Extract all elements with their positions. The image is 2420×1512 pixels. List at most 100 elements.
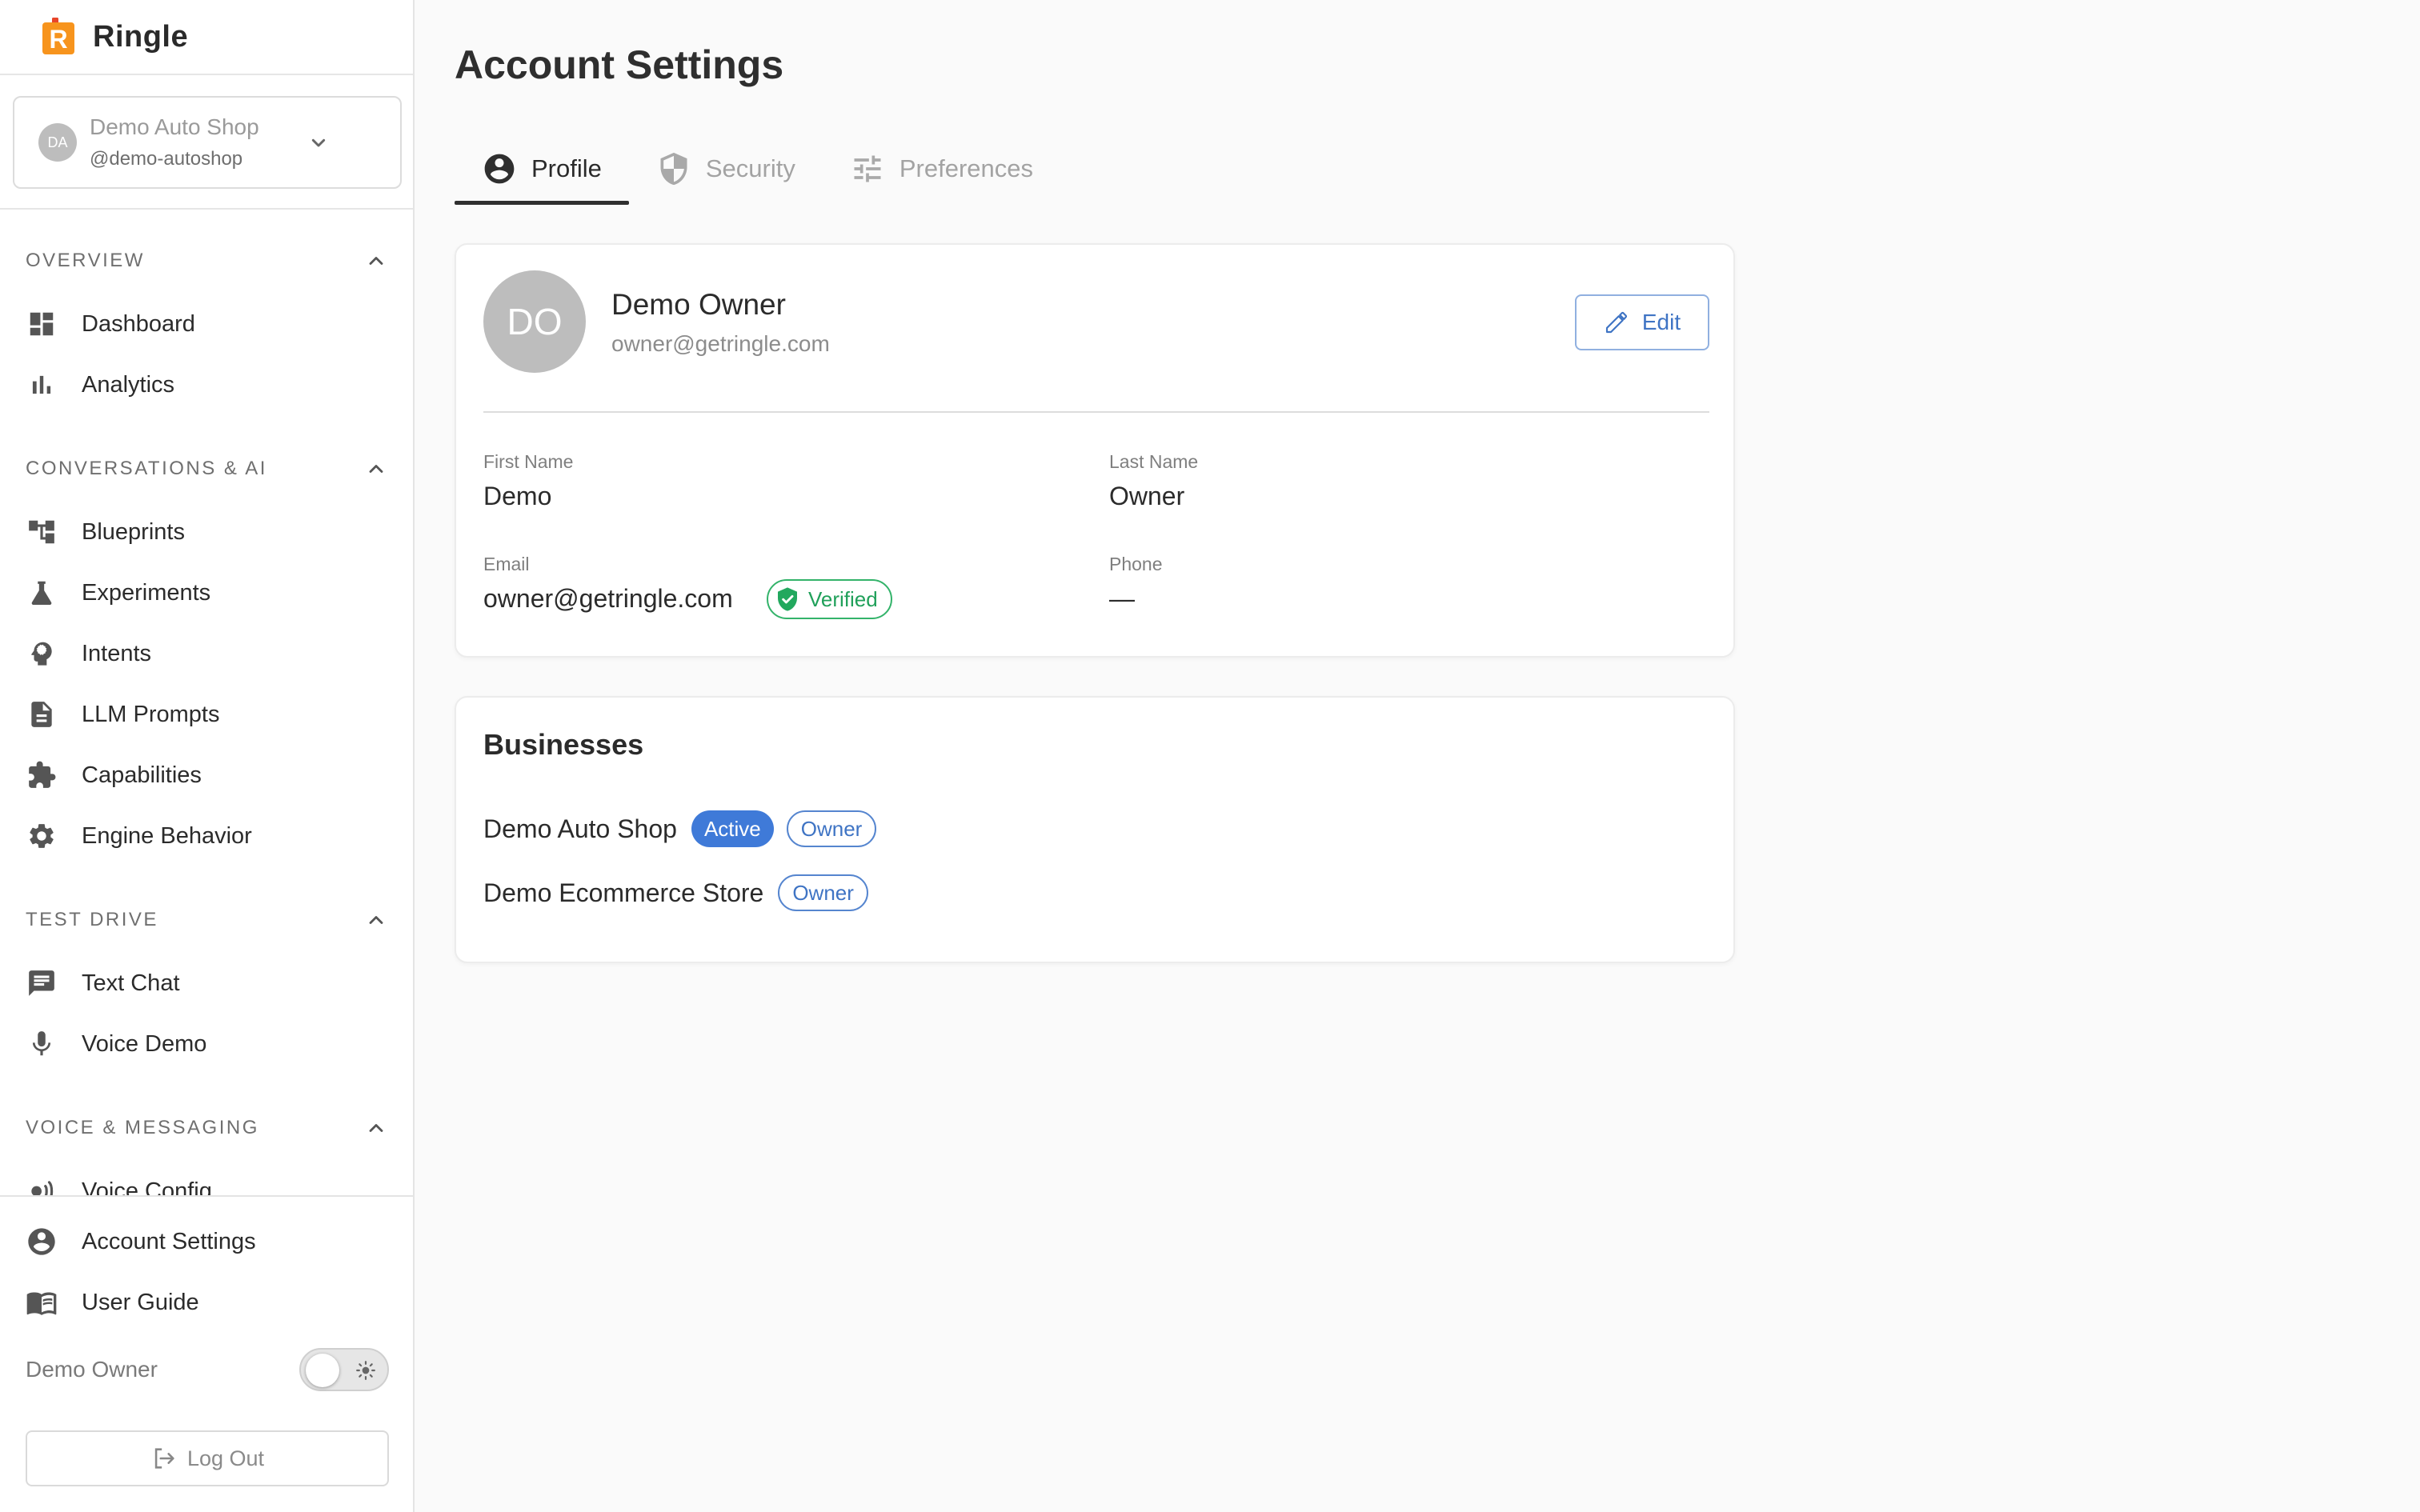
chevron-up-icon: [369, 1124, 383, 1132]
tab-label: Preferences: [899, 154, 1033, 182]
phone-label: Phone: [1109, 554, 1163, 574]
user-name: Demo Owner: [26, 1357, 158, 1382]
nav-label: Capabilities: [82, 762, 202, 788]
flask-icon: [26, 577, 58, 609]
edit-label: Edit: [1641, 310, 1681, 334]
section-title: OVERVIEW: [26, 250, 145, 271]
brand-name: Ringle: [93, 19, 189, 54]
role-badge: Owner: [778, 874, 868, 911]
chat-icon: [26, 967, 58, 999]
avatar: DO: [483, 270, 586, 373]
nav-label: Account Settings: [82, 1228, 256, 1254]
account-circle-icon: [484, 154, 515, 184]
tab-security[interactable]: Security: [629, 133, 823, 205]
tab-label: Profile: [531, 154, 602, 182]
verified-label: Verified: [808, 586, 878, 611]
chevron-down-icon: [311, 138, 326, 147]
document-icon: [26, 698, 58, 730]
business-row[interactable]: Demo Ecommerce Store Owner: [483, 872, 881, 914]
page-title: Account Settings: [455, 42, 784, 87]
chevron-up-icon: [369, 465, 383, 473]
section-header-voice-messaging[interactable]: VOICE & MESSAGING: [26, 1117, 387, 1139]
business-name: Demo Auto Shop: [483, 814, 677, 843]
nav-label: Analytics: [82, 371, 175, 398]
section-header-overview[interactable]: OVERVIEW: [26, 250, 387, 272]
toggle-knob: [306, 1354, 339, 1387]
tab-bar: Profile Security Preferences: [455, 133, 1060, 205]
profile-name: Demo Owner: [611, 288, 786, 321]
businesses-title: Businesses: [483, 728, 644, 761]
first-name-label: First Name: [483, 451, 574, 472]
tab-preferences[interactable]: Preferences: [823, 133, 1060, 205]
nav-label: User Guide: [82, 1289, 199, 1315]
puzzle-icon: [26, 759, 58, 791]
nav-label: LLM Prompts: [82, 701, 220, 727]
sidebar: R Ringle DA Demo Auto Shop @demo-autosho…: [0, 0, 415, 1512]
org-handle: @demo-autoshop: [90, 148, 243, 170]
business-name: Demo Ecommerce Store: [483, 878, 764, 907]
section-header-test-drive[interactable]: TEST DRIVE: [26, 909, 387, 931]
nav-item-voice-demo[interactable]: Voice Demo: [26, 1020, 387, 1068]
nav-item-intents[interactable]: Intents: [26, 630, 387, 678]
nav-item-account-settings[interactable]: Account Settings: [26, 1218, 387, 1266]
last-name-value: Owner: [1109, 482, 1185, 510]
phone-value: —: [1109, 584, 1135, 613]
divider: [0, 1195, 413, 1197]
theme-toggle[interactable]: [299, 1348, 389, 1391]
nav-item-dashboard[interactable]: Dashboard: [26, 300, 387, 348]
profile-email: owner@getringle.com: [611, 331, 830, 356]
nav-item-text-chat[interactable]: Text Chat: [26, 959, 387, 1007]
email-label: Email: [483, 554, 530, 574]
verified-badge: Verified: [767, 579, 892, 619]
shield-icon: [660, 152, 687, 186]
divider: [483, 411, 1709, 413]
role-badge: Owner: [786, 810, 877, 847]
nav-item-engine-behavior[interactable]: Engine Behavior: [26, 812, 387, 860]
nav-item-voice-config[interactable]: Voice Config: [26, 1167, 387, 1195]
org-switcher[interactable]: DA Demo Auto Shop @demo-autoshop: [13, 96, 402, 189]
chevron-up-icon: [369, 257, 383, 265]
gear-icon: [26, 820, 58, 852]
active-badge: Active: [691, 810, 774, 847]
nav-item-user-guide[interactable]: User Guide: [26, 1278, 387, 1326]
nav-label: Voice Config: [82, 1178, 212, 1196]
section-title: TEST DRIVE: [26, 909, 158, 930]
dashboard-icon: [26, 308, 58, 340]
logout-label: Log Out: [186, 1446, 265, 1470]
ringle-logo-icon: R: [42, 18, 74, 54]
nav-label: Experiments: [82, 579, 211, 606]
brand[interactable]: R Ringle: [0, 0, 413, 75]
tab-profile[interactable]: Profile: [455, 133, 629, 205]
tab-label: Security: [705, 154, 795, 182]
org-name: Demo Auto Shop: [90, 114, 259, 139]
nav-label: Intents: [82, 640, 152, 666]
edit-profile-button[interactable]: Edit: [1575, 294, 1709, 350]
section-header-conversations-ai[interactable]: CONVERSATIONS & AI: [26, 458, 387, 480]
microphone-icon: [26, 1028, 58, 1060]
bar-chart-icon: [26, 369, 58, 401]
logout-button[interactable]: Log Out: [26, 1430, 389, 1486]
sun-icon: [356, 1361, 375, 1380]
svg-text:R: R: [49, 25, 67, 54]
nav-label: Blueprints: [82, 518, 185, 545]
nav-scroll-area[interactable]: OVERVIEW Dashboard Analytics CONVERSATIO…: [0, 210, 413, 1195]
nav-item-llm-prompts[interactable]: LLM Prompts: [26, 690, 387, 738]
org-avatar: DA: [38, 123, 77, 162]
profile-card: DO Demo Owner owner@getringle.com Edit F…: [455, 243, 1735, 658]
nav-label: Engine Behavior: [82, 822, 252, 849]
psychology-icon: [26, 638, 58, 670]
section-title: CONVERSATIONS & AI: [26, 458, 267, 479]
menu-book-icon: [26, 1286, 58, 1318]
nav-item-blueprints[interactable]: Blueprints: [26, 508, 387, 556]
section-title: VOICE & MESSAGING: [26, 1117, 259, 1138]
chevron-up-icon: [369, 916, 383, 924]
first-name-value: Demo: [483, 482, 552, 510]
nav-item-capabilities[interactable]: Capabilities: [26, 751, 387, 799]
businesses-card: Businesses Demo Auto Shop Active Owner D…: [455, 696, 1735, 963]
nav-item-analytics[interactable]: Analytics: [26, 361, 387, 409]
email-value: owner@getringle.com: [483, 584, 733, 613]
business-row[interactable]: Demo Auto Shop Active Owner: [483, 808, 889, 850]
verified-check-icon: [778, 587, 797, 611]
nav-item-experiments[interactable]: Experiments: [26, 569, 387, 617]
nav-label: Voice Demo: [82, 1030, 207, 1057]
